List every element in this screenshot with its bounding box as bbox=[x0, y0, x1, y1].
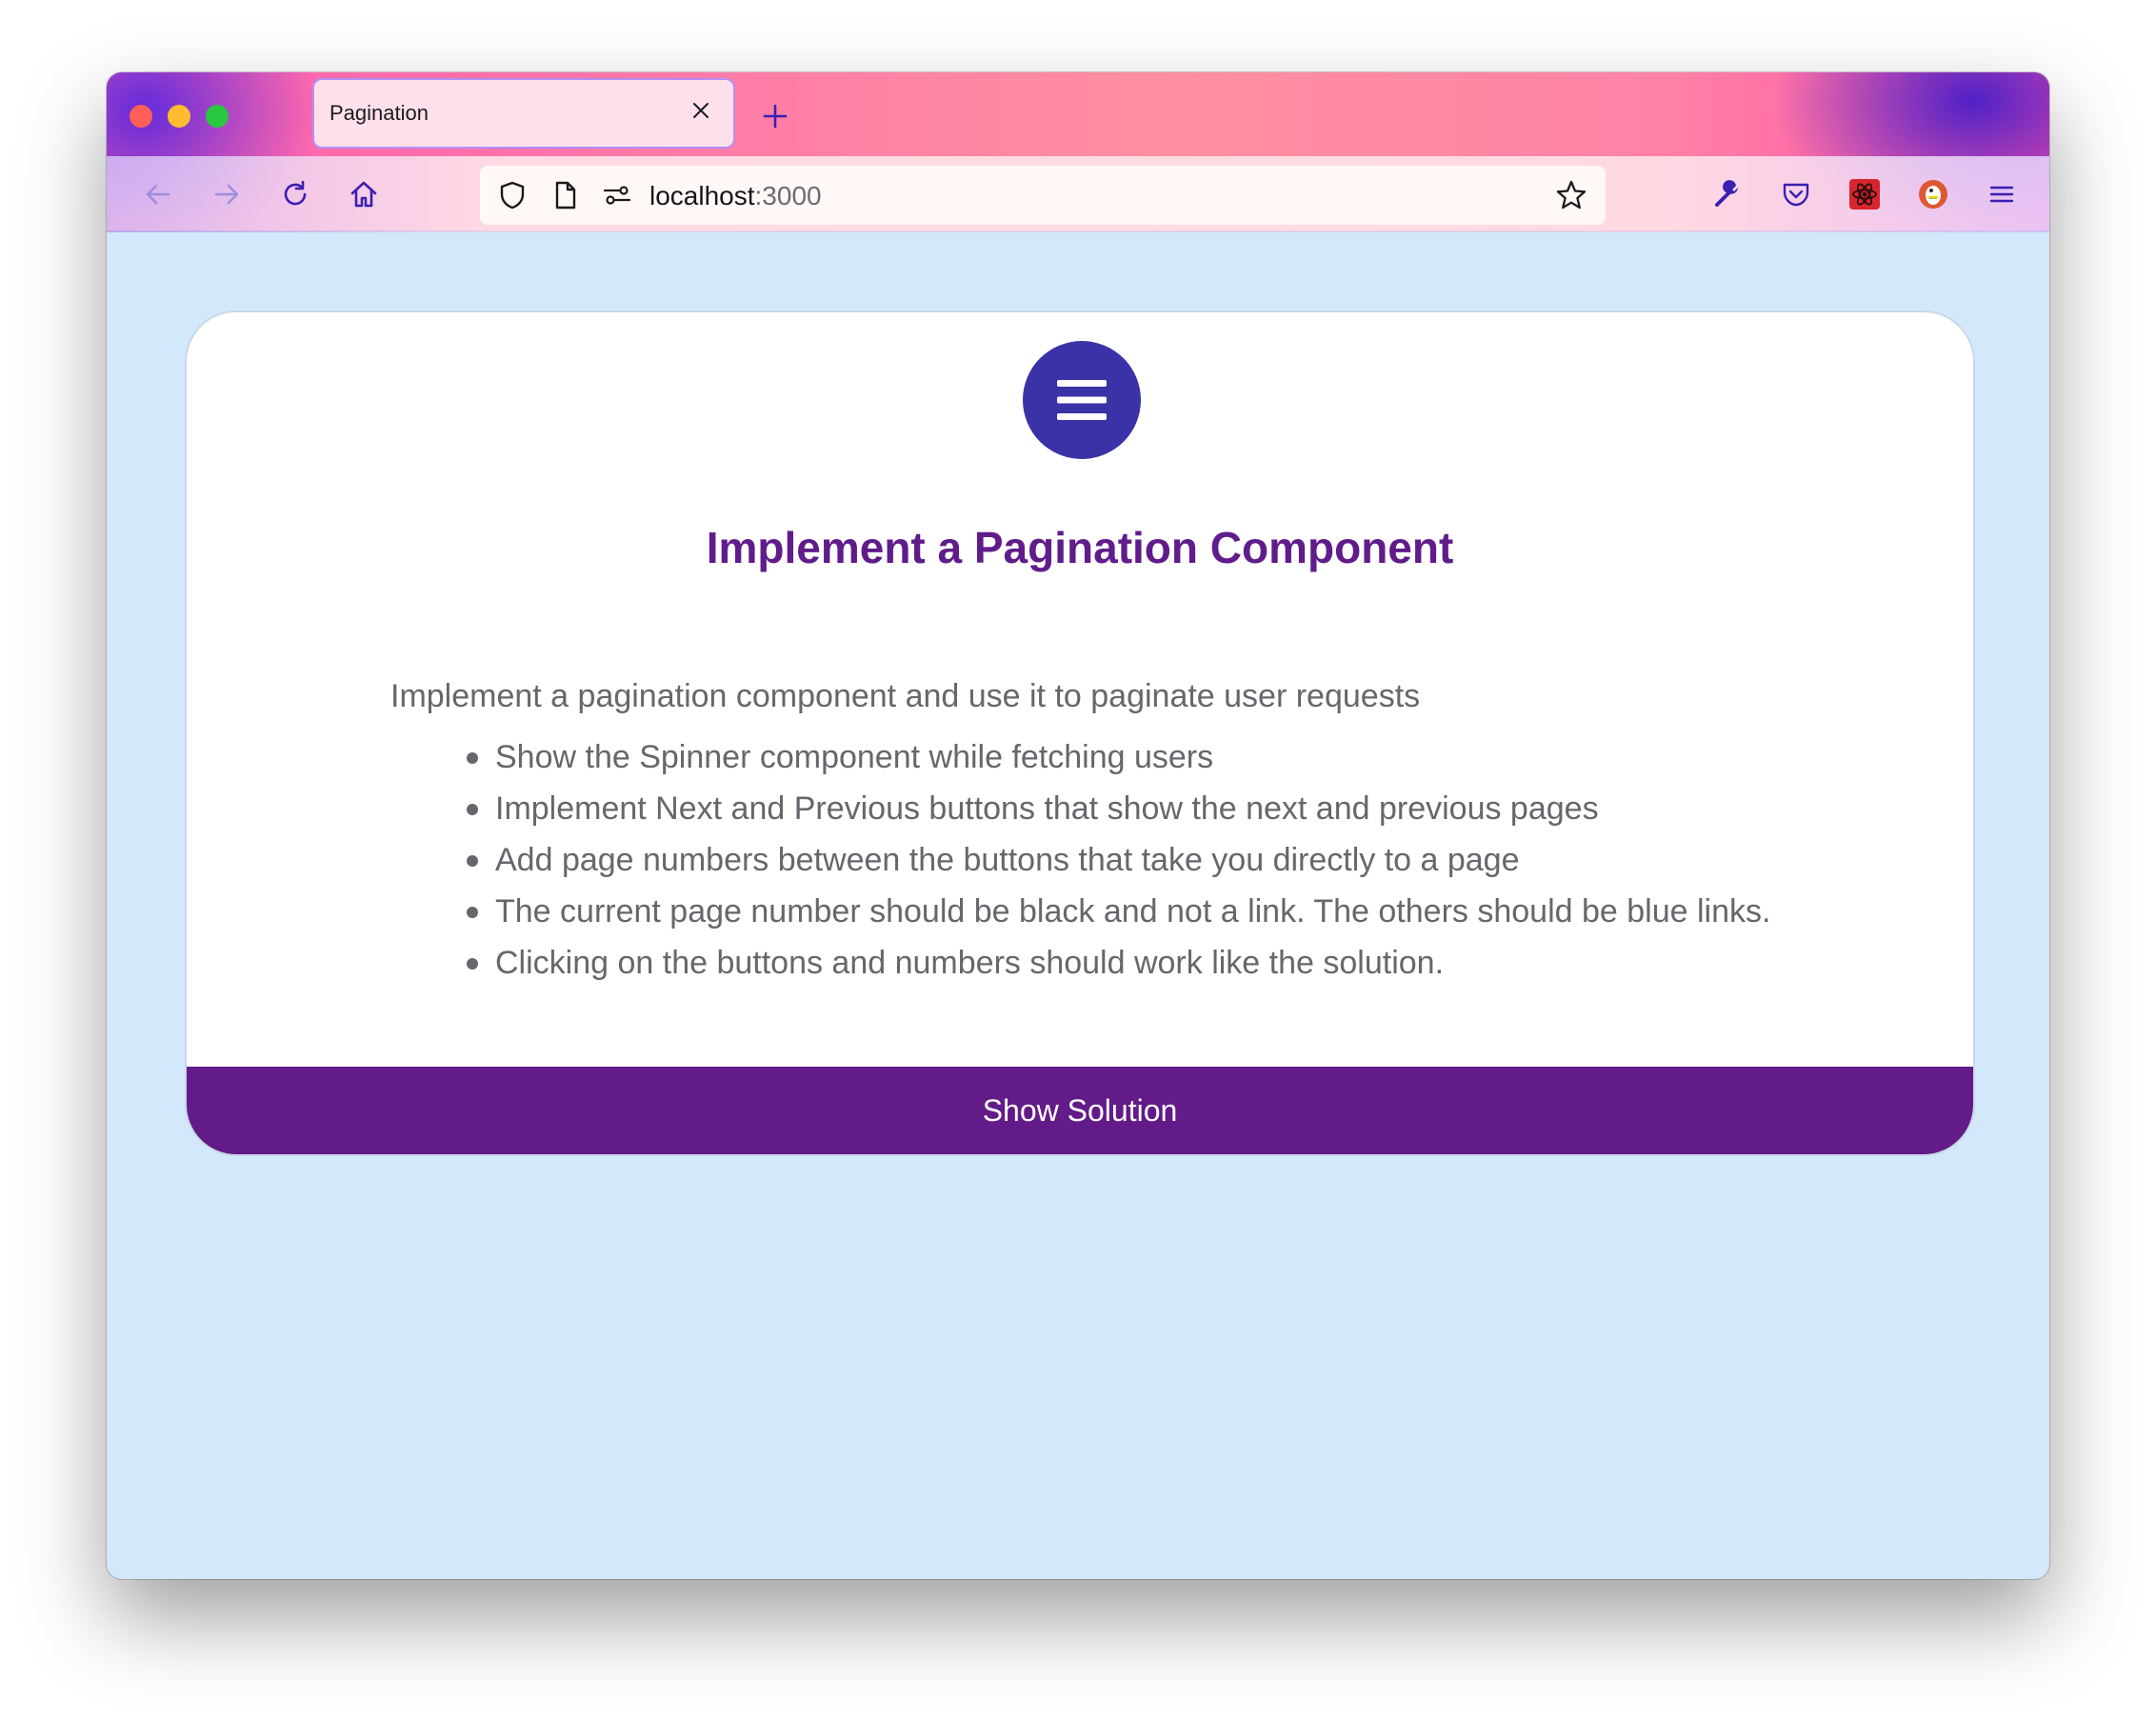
url-port: :3000 bbox=[754, 181, 822, 210]
hamburger-menu-icon bbox=[1023, 341, 1141, 459]
navigation-toolbar: localhost:3000 bbox=[107, 156, 2049, 232]
wrench-icon[interactable] bbox=[1708, 175, 1747, 213]
zoom-window-button[interactable] bbox=[206, 105, 229, 128]
sliders-icon[interactable] bbox=[598, 176, 636, 214]
list-item: Implement Next and Previous buttons that… bbox=[466, 783, 1770, 834]
url-host: localhost bbox=[649, 181, 755, 210]
minimize-window-button[interactable] bbox=[168, 105, 190, 128]
document-icon[interactable] bbox=[547, 176, 585, 214]
browser-chrome: Pagination localhost:3000 bbox=[107, 72, 2049, 232]
tab-pagination[interactable]: Pagination bbox=[312, 78, 735, 149]
requirements-list: Show the Spinner component while fetchin… bbox=[390, 731, 1770, 989]
hamburger-menu-icon[interactable] bbox=[1983, 175, 2021, 213]
pocket-icon[interactable] bbox=[1777, 175, 1815, 213]
show-solution-button[interactable]: Show Solution bbox=[187, 1067, 1973, 1154]
arrow-right-icon[interactable] bbox=[208, 175, 246, 213]
shield-icon[interactable] bbox=[493, 176, 531, 214]
close-window-button[interactable] bbox=[130, 105, 152, 128]
url-bar[interactable]: localhost:3000 bbox=[480, 166, 1606, 225]
browser-window: Pagination localhost:3000 Implement a Pa… bbox=[107, 72, 2049, 1579]
intro-text: Implement a pagination component and use… bbox=[390, 678, 1421, 714]
tab-strip: Pagination bbox=[107, 72, 2049, 156]
tab-title: Pagination bbox=[329, 101, 429, 125]
exercise-card: Implement a Pagination Component Impleme… bbox=[185, 310, 1975, 1156]
react-extension-icon[interactable] bbox=[1846, 175, 1884, 213]
url-text[interactable]: localhost:3000 bbox=[649, 181, 822, 211]
home-icon[interactable] bbox=[345, 175, 383, 213]
list-item: Show the Spinner component while fetchin… bbox=[466, 731, 1770, 783]
list-item: The current page number should be black … bbox=[466, 886, 1770, 937]
close-icon[interactable] bbox=[686, 95, 716, 126]
plus-icon[interactable] bbox=[756, 97, 794, 135]
duckduckgo-icon[interactable] bbox=[1914, 175, 1952, 213]
star-icon[interactable] bbox=[1552, 176, 1590, 214]
list-item: Clicking on the buttons and numbers shou… bbox=[466, 937, 1770, 989]
arrow-left-icon[interactable] bbox=[139, 175, 177, 213]
page-title: Implement a Pagination Component bbox=[706, 523, 1454, 572]
reload-icon[interactable] bbox=[276, 175, 314, 213]
list-item: Add page numbers between the buttons tha… bbox=[466, 834, 1770, 886]
